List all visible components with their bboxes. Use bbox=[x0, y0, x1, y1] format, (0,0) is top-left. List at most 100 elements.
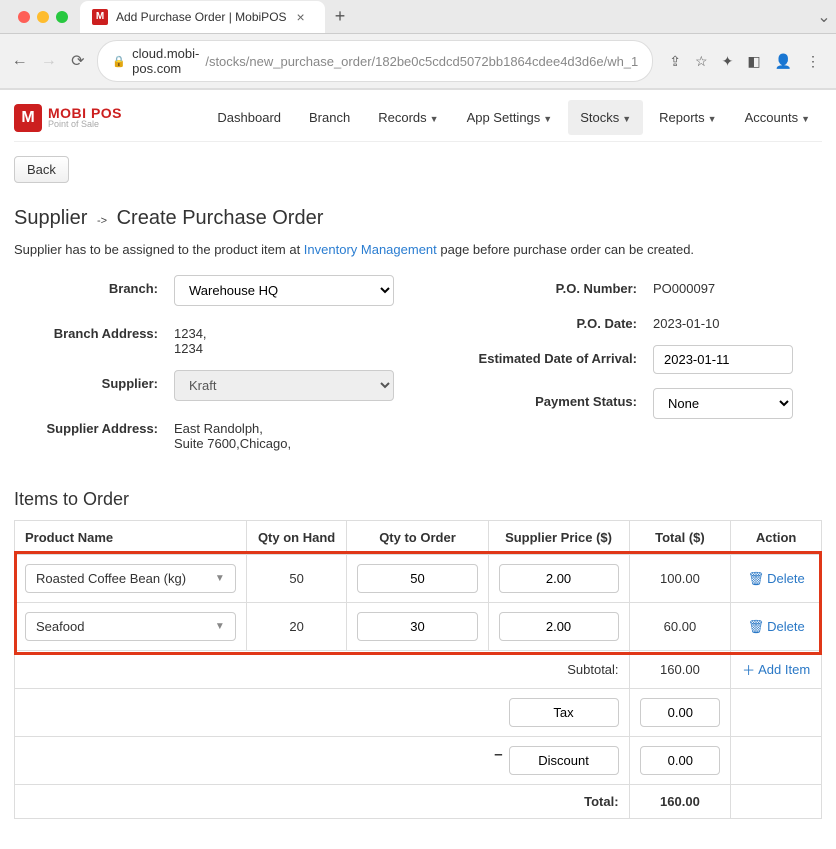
supplier-address-value: East Randolph,Suite 7600,Chicago, bbox=[174, 415, 403, 451]
po-form: Branch: Warehouse HQ Branch Address: 123… bbox=[14, 275, 822, 465]
discount-label-input[interactable] bbox=[509, 746, 619, 775]
po-number-value: PO000097 bbox=[653, 275, 822, 296]
tab-favicon: M bbox=[92, 9, 108, 25]
profile-icon[interactable]: 👤 bbox=[775, 53, 792, 70]
items-section-title: Items to Order bbox=[14, 489, 822, 510]
chevron-down-icon: ▼ bbox=[215, 573, 225, 584]
trash-icon: 🗑 bbox=[748, 571, 765, 587]
row-total-value: 60.00 bbox=[629, 603, 731, 651]
discount-row: – bbox=[15, 737, 822, 785]
page-title: Supplier -> Create Purchase Order bbox=[14, 207, 822, 230]
subtotal-row: Subtotal: 160.00 ＋Add Item bbox=[15, 651, 822, 689]
forward-nav-button[interactable]: → bbox=[39, 52, 58, 70]
back-button[interactable]: Back bbox=[14, 156, 69, 183]
menu-records[interactable]: Records▼ bbox=[366, 100, 450, 135]
star-icon[interactable]: ☆ bbox=[695, 53, 708, 70]
tax-row bbox=[15, 689, 822, 737]
col-qty-order: Qty to Order bbox=[347, 521, 488, 555]
main-menu: Dashboard Branch Records▼ App Settings▼ … bbox=[205, 100, 822, 135]
menu-accounts[interactable]: Accounts▼ bbox=[733, 100, 822, 135]
lock-icon: 🔒 bbox=[112, 55, 126, 68]
product-select[interactable]: Roasted Coffee Bean (kg)▼ bbox=[25, 564, 236, 593]
po-date-value: 2023-01-10 bbox=[653, 310, 822, 331]
menu-reports[interactable]: Reports▼ bbox=[647, 100, 728, 135]
menu-stocks[interactable]: Stocks▼ bbox=[568, 100, 643, 135]
payment-status-select[interactable]: None bbox=[653, 388, 793, 419]
panel-icon[interactable]: ◧ bbox=[747, 53, 760, 70]
supplier-label: Supplier: bbox=[14, 370, 174, 391]
supplier-address-label: Supplier Address: bbox=[14, 415, 174, 436]
delete-row-button[interactable]: 🗑Delete bbox=[748, 619, 805, 635]
back-nav-button[interactable]: ← bbox=[10, 52, 29, 70]
table-row: Roasted Coffee Bean (kg)▼ 50 100.00 🗑Del… bbox=[15, 555, 822, 603]
close-tab-button[interactable]: × bbox=[295, 9, 307, 25]
browser-toolbar: ← → ⟳ 🔒 cloud.mobi-pos.com/stocks/new_pu… bbox=[0, 34, 836, 89]
reload-button[interactable]: ⟳ bbox=[68, 51, 87, 71]
share-icon[interactable]: ⇪ bbox=[669, 53, 681, 70]
qty-to-order-input[interactable] bbox=[357, 564, 477, 593]
chevron-down-icon: ▼ bbox=[430, 114, 439, 124]
branch-select[interactable]: Warehouse HQ bbox=[174, 275, 394, 306]
discount-value-input[interactable] bbox=[640, 746, 720, 775]
qty-to-order-input[interactable] bbox=[357, 612, 477, 641]
branch-address-label: Branch Address: bbox=[14, 320, 174, 341]
logo-mark: M bbox=[14, 104, 42, 132]
url-host: cloud.mobi-pos.com bbox=[132, 46, 199, 76]
payment-status-label: Payment Status: bbox=[433, 388, 653, 409]
close-window-button[interactable] bbox=[18, 11, 30, 23]
tax-label-input[interactable] bbox=[509, 698, 619, 727]
supplier-price-input[interactable] bbox=[499, 612, 619, 641]
extensions-icon[interactable]: ✦ bbox=[722, 53, 734, 70]
branch-address-value: 1234,1234 bbox=[174, 320, 403, 356]
chevron-down-icon: ▼ bbox=[215, 621, 225, 632]
po-date-label: P.O. Date: bbox=[433, 310, 653, 331]
supplier-select[interactable]: Kraft bbox=[174, 370, 394, 401]
subtotal-label: Subtotal: bbox=[15, 651, 630, 689]
chevron-down-icon: ▼ bbox=[622, 114, 631, 124]
app-navbar: M MOBI POS Point of Sale Dashboard Branc… bbox=[14, 90, 822, 142]
qty-on-hand-value: 20 bbox=[246, 603, 347, 651]
delete-row-button[interactable]: 🗑Delete bbox=[748, 571, 805, 587]
chevron-down-icon[interactable]: ⌄ bbox=[812, 7, 836, 27]
menu-branch[interactable]: Branch bbox=[297, 100, 362, 135]
menu-dashboard[interactable]: Dashboard bbox=[205, 100, 293, 135]
address-bar[interactable]: 🔒 cloud.mobi-pos.com/stocks/new_purchase… bbox=[97, 40, 653, 82]
table-row: Seafood▼ 20 60.00 🗑Delete bbox=[15, 603, 822, 651]
minimize-window-button[interactable] bbox=[37, 11, 49, 23]
info-banner: Supplier has to be assigned to the produ… bbox=[14, 242, 822, 257]
col-price: Supplier Price ($) bbox=[488, 521, 629, 555]
chevron-down-icon: ▼ bbox=[543, 114, 552, 124]
menu-app-settings[interactable]: App Settings▼ bbox=[455, 100, 565, 135]
maximize-window-button[interactable] bbox=[56, 11, 68, 23]
menu-icon[interactable]: ⋮ bbox=[806, 53, 820, 70]
add-item-button[interactable]: ＋Add Item bbox=[742, 660, 810, 679]
chevron-down-icon: ▼ bbox=[801, 114, 810, 124]
minus-icon: – bbox=[494, 746, 508, 763]
tax-value-input[interactable] bbox=[640, 698, 720, 727]
inventory-management-link[interactable]: Inventory Management bbox=[304, 242, 437, 257]
product-select[interactable]: Seafood▼ bbox=[25, 612, 236, 641]
browser-tab[interactable]: M Add Purchase Order | MobiPOS × bbox=[80, 1, 325, 33]
supplier-price-input[interactable] bbox=[499, 564, 619, 593]
col-qty-hand: Qty on Hand bbox=[246, 521, 347, 555]
breadcrumb: Supplier bbox=[14, 207, 87, 229]
total-value: 160.00 bbox=[629, 785, 731, 819]
logo[interactable]: M MOBI POS Point of Sale bbox=[14, 104, 122, 132]
eta-input[interactable] bbox=[653, 345, 793, 374]
url-path: /stocks/new_purchase_order/182be0c5cdcd5… bbox=[205, 54, 638, 69]
trash-icon: 🗑 bbox=[748, 619, 765, 635]
new-tab-button[interactable]: + bbox=[325, 0, 356, 33]
col-product: Product Name bbox=[15, 521, 247, 555]
po-number-label: P.O. Number: bbox=[433, 275, 653, 296]
breadcrumb-arrow-icon: -> bbox=[93, 215, 111, 227]
eta-label: Estimated Date of Arrival: bbox=[433, 345, 653, 366]
browser-chrome: M Add Purchase Order | MobiPOS × + ⌄ ← →… bbox=[0, 0, 836, 90]
items-table: Product Name Qty on Hand Qty to Order Su… bbox=[14, 520, 822, 819]
chevron-down-icon: ▼ bbox=[708, 114, 717, 124]
qty-on-hand-value: 50 bbox=[246, 555, 347, 603]
row-total-value: 100.00 bbox=[629, 555, 731, 603]
tab-title: Add Purchase Order | MobiPOS bbox=[116, 10, 287, 24]
col-action: Action bbox=[731, 521, 822, 555]
plus-icon: ＋ bbox=[742, 660, 755, 679]
logo-subtitle: Point of Sale bbox=[48, 120, 122, 129]
